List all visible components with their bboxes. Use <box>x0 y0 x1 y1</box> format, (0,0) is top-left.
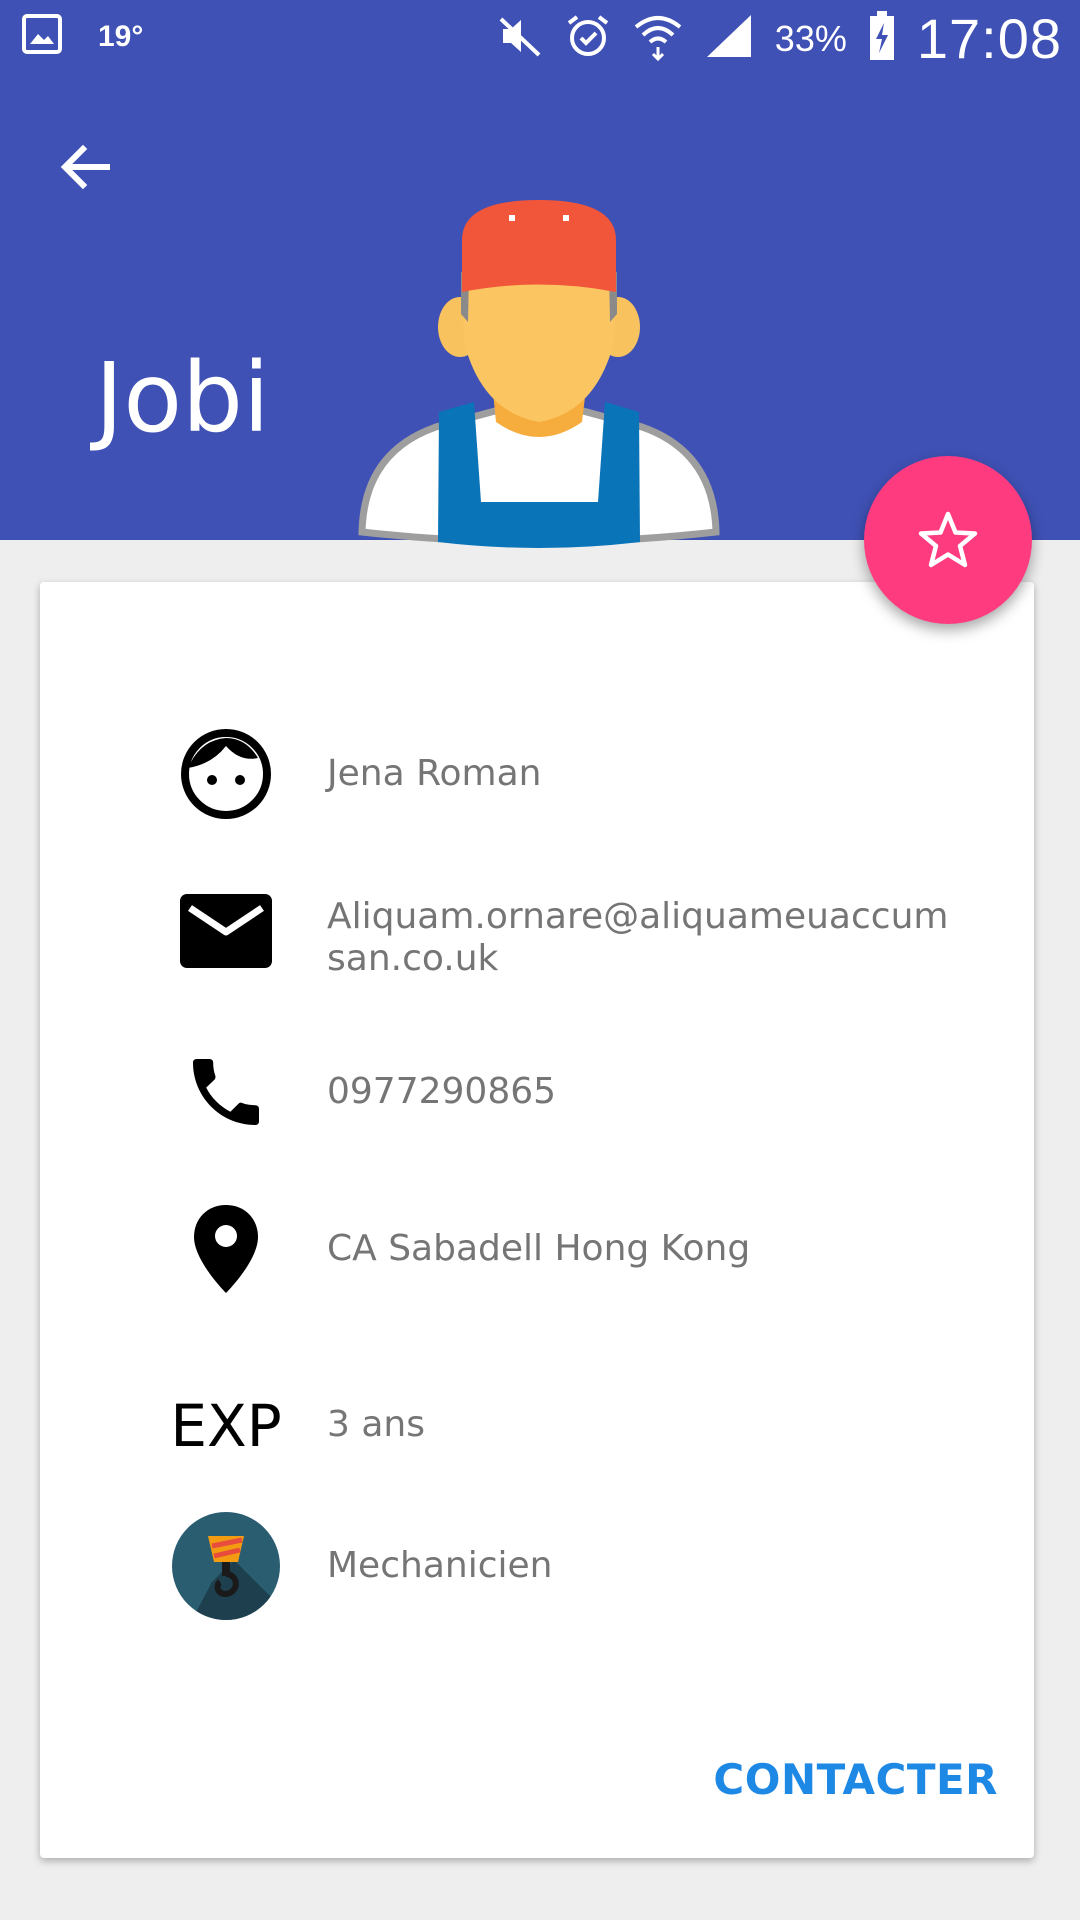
contact-phone[interactable]: 0977290865 <box>327 1071 967 1113</box>
detail-row-email: Aliquam.ornare@aliquameuaccumsan.co.uk <box>40 876 1034 986</box>
battery-percent: 33% <box>774 17 847 59</box>
detail-row-location: CA Sabadell Hong Kong <box>40 1194 1034 1304</box>
page-title: Jobi <box>95 342 270 454</box>
signal-icon <box>705 13 753 64</box>
experience-label: EXP <box>170 1392 282 1460</box>
profile-details-card: Jena Roman Aliquam.ornare@aliquameuaccum… <box>40 582 1034 1858</box>
mute-icon <box>497 13 543 64</box>
contact-profession: Mechanicien <box>327 1545 553 1586</box>
alarm-icon <box>565 13 611 64</box>
temperature-text: 19° <box>98 19 144 53</box>
favorite-button[interactable] <box>864 456 1032 624</box>
clock-text: 17:08 <box>916 7 1062 70</box>
star-outline-icon <box>918 511 978 568</box>
detail-row-profession: Mechanicien <box>40 1506 1034 1626</box>
arrow-left-icon <box>60 144 110 190</box>
experience-value: 3 ans <box>327 1404 425 1445</box>
contact-location: CA Sabadell Hong Kong <box>327 1228 751 1269</box>
email-icon <box>180 894 272 968</box>
crane-hook-icon <box>172 1512 280 1620</box>
phone-icon <box>193 1059 259 1125</box>
battery-charging-icon <box>869 11 895 66</box>
face-icon <box>181 729 271 819</box>
wifi-icon <box>633 11 683 66</box>
location-pin-icon <box>194 1205 258 1293</box>
detail-row-phone: 0977290865 <box>40 1042 1034 1142</box>
contact-name: Jena Roman <box>327 753 542 794</box>
worker-avatar-illustration <box>356 122 722 582</box>
status-bar: 19° 33% 17:08 <box>0 0 1080 72</box>
detail-row-name: Jena Roman <box>40 724 1034 824</box>
detail-row-experience: EXP 3 ans <box>40 1376 1034 1476</box>
contact-email[interactable]: Aliquam.ornare@aliquameuaccumsan.co.uk <box>327 896 967 980</box>
contact-button[interactable]: CONTACTER <box>713 1755 998 1804</box>
gallery-icon <box>22 14 62 59</box>
back-button[interactable] <box>40 122 130 212</box>
